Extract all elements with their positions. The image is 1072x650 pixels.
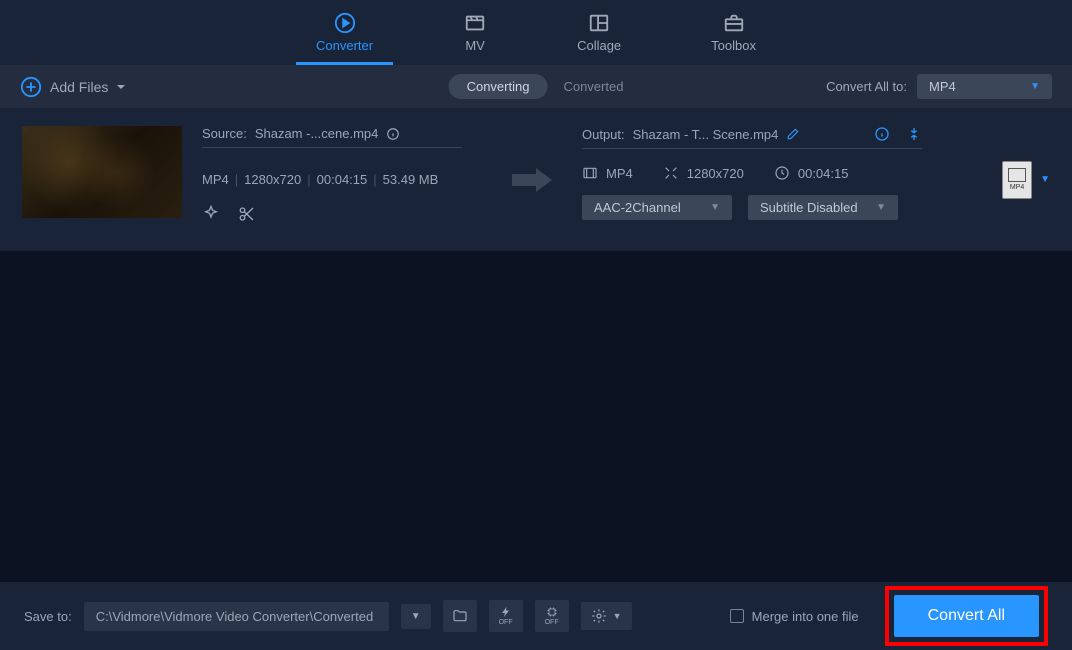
chevron-down-icon[interactable]: ▼ (1040, 174, 1050, 185)
convert-all-to-label: Convert All to: (826, 79, 907, 94)
source-column: Source: Shazam -...cene.mp4 MP4| 1280x72… (202, 126, 482, 223)
dropdown-value: MP4 (929, 79, 956, 94)
format-badge[interactable]: MP4 (1002, 161, 1032, 199)
nav-label: Toolbox (711, 38, 756, 53)
tab-converted[interactable]: Converted (563, 79, 623, 94)
convert-all-to: Convert All to: MP4 ▼ (826, 74, 1052, 99)
gpu-button[interactable]: OFF (535, 600, 569, 632)
resolution-icon (663, 165, 679, 181)
output-label: Output: (582, 127, 625, 142)
meta-duration: 00:04:15 (317, 172, 368, 187)
format-badge-label: MP4 (1010, 184, 1024, 191)
add-files-label: Add Files (50, 79, 108, 95)
top-nav: Converter MV Collage Toolbox (0, 0, 1072, 65)
merge-label: Merge into one file (752, 609, 859, 624)
edit-icon[interactable] (786, 127, 800, 141)
subtitle-value: Subtitle Disabled (760, 200, 858, 215)
empty-area (0, 251, 1072, 582)
hw-accel-button[interactable]: OFF (489, 600, 523, 632)
folder-icon (451, 608, 469, 624)
open-folder-button[interactable] (443, 600, 477, 632)
gpu-off-label: OFF (545, 619, 559, 626)
convert-all-to-dropdown[interactable]: MP4 ▼ (917, 74, 1052, 99)
chip-icon (545, 606, 559, 618)
out-duration: 00:04:15 (798, 166, 849, 181)
gear-icon (591, 608, 607, 624)
meta-format: MP4 (202, 172, 229, 187)
save-to-label: Save to: (24, 609, 72, 624)
audio-select[interactable]: AAC-2Channel ▼ (582, 195, 732, 220)
chevron-down-icon (116, 82, 126, 92)
plus-circle-icon (20, 76, 42, 98)
convert-all-highlight: Convert All (885, 586, 1048, 646)
convert-all-button[interactable]: Convert All (894, 595, 1039, 637)
info-icon[interactable] (386, 127, 400, 141)
output-meta: MP4 1280x720 00:04:15 (582, 165, 927, 181)
merge-checkbox[interactable]: Merge into one file (730, 609, 859, 624)
sub-toolbar: Add Files Converting Converted Convert A… (0, 65, 1072, 108)
chevron-down-icon: ▼ (1030, 81, 1040, 92)
settings-button[interactable]: ▼ (581, 602, 632, 630)
scissors-icon[interactable] (238, 205, 256, 223)
chevron-down-icon: ▼ (876, 202, 886, 213)
video-icon (582, 165, 598, 181)
select-row: AAC-2Channel ▼ Subtitle Disabled ▼ (582, 195, 927, 220)
converter-icon (333, 12, 357, 34)
mv-icon (463, 12, 487, 34)
compress-icon[interactable] (906, 126, 922, 142)
nav-collage[interactable]: Collage (557, 8, 641, 65)
tools-row (202, 205, 482, 223)
output-column: Output: Shazam - T... Scene.mp4 MP4 1280… (582, 126, 927, 220)
format-badge-group: MP4 ▼ (1002, 161, 1050, 199)
audio-value: AAC-2Channel (594, 200, 681, 215)
output-filename: Shazam - T... Scene.mp4 (633, 127, 779, 142)
collage-icon (587, 12, 611, 34)
source-filename: Shazam -...cene.mp4 (255, 126, 379, 141)
chevron-down-icon: ▼ (613, 611, 622, 621)
nav-label: MV (465, 38, 485, 53)
video-thumbnail[interactable] (22, 126, 182, 218)
status-tabs: Converting Converted (449, 74, 624, 99)
checkbox-box (730, 609, 744, 623)
tab-converting[interactable]: Converting (449, 74, 548, 99)
hw-off-label: OFF (499, 619, 513, 626)
meta-resolution: 1280x720 (244, 172, 301, 187)
wand-icon[interactable] (202, 205, 220, 223)
nav-mv[interactable]: MV (443, 8, 507, 65)
output-line: Output: Shazam - T... Scene.mp4 (582, 126, 922, 149)
nav-converter[interactable]: Converter (296, 8, 393, 65)
save-path-dropdown[interactable]: ▼ (401, 604, 431, 629)
source-meta: MP4| 1280x720| 00:04:15| 53.49 MB (202, 172, 482, 187)
source-label: Source: (202, 126, 247, 141)
out-resolution: 1280x720 (687, 166, 744, 181)
nav-toolbox[interactable]: Toolbox (691, 8, 776, 65)
save-path-field[interactable]: C:\Vidmore\Vidmore Video Converter\Conve… (84, 602, 389, 631)
add-files-button[interactable]: Add Files (20, 76, 126, 98)
nav-label: Converter (316, 38, 373, 53)
toolbox-icon (722, 12, 746, 34)
out-format: MP4 (606, 166, 633, 181)
nav-label: Collage (577, 38, 621, 53)
clock-icon (774, 165, 790, 181)
meta-size: 53.49 MB (383, 172, 439, 187)
subtitle-select[interactable]: Subtitle Disabled ▼ (748, 195, 898, 220)
footer-bar: Save to: C:\Vidmore\Vidmore Video Conver… (0, 582, 1072, 650)
file-item-row: Source: Shazam -...cene.mp4 MP4| 1280x72… (0, 108, 1072, 251)
info-circle-icon[interactable] (874, 126, 890, 142)
chevron-down-icon: ▼ (710, 202, 720, 213)
source-line: Source: Shazam -...cene.mp4 (202, 126, 462, 148)
lightning-icon (499, 606, 513, 618)
arrow-icon (512, 166, 552, 194)
